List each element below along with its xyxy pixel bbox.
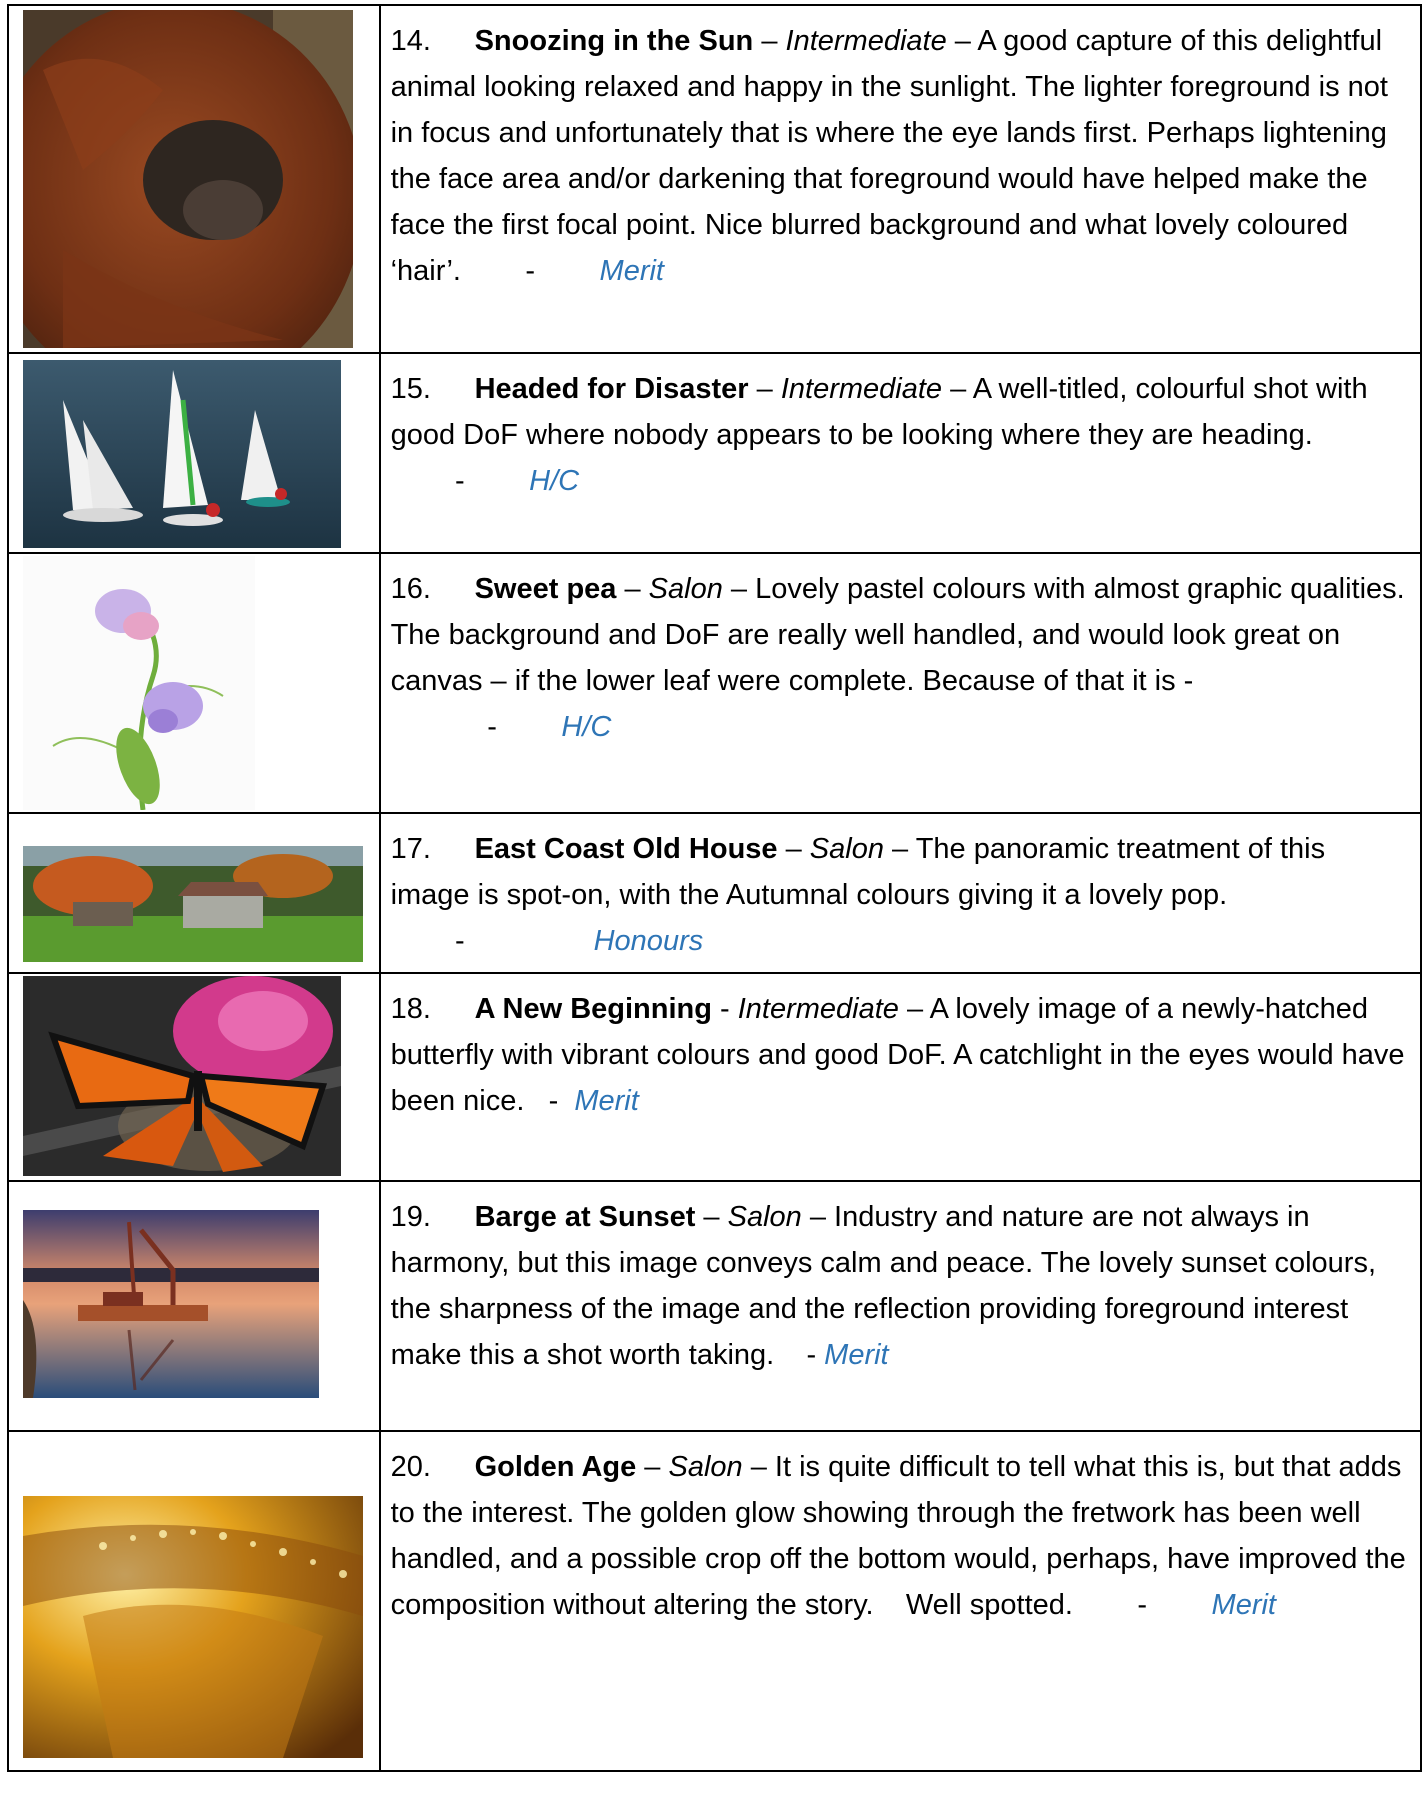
separator: – — [695, 1201, 728, 1233]
dash-separator: - — [390, 465, 530, 497]
critique-text: 16. Sweet pea – Salon – Lovely pastel col… — [391, 566, 1412, 750]
critique-text: 15. Headed for Disaster – Intermediate – … — [391, 366, 1412, 504]
critique-text: 19. Barge at Sunset – Salon – Industry an… — [391, 1194, 1412, 1378]
table-row: 14. Snoozing in the Sun – Intermediate – … — [7, 4, 1422, 354]
image-cell — [7, 1180, 381, 1432]
dash-separator: - — [524, 1085, 575, 1117]
entry-category: Intermediate — [780, 373, 943, 405]
table-row: 18. A New Beginning - Intermediate – A lo… — [7, 972, 1422, 1182]
entry-category: Salon — [648, 573, 723, 605]
image-cell — [7, 352, 381, 554]
golden-fretwork-photo — [23, 1496, 363, 1758]
separator: – — [883, 833, 916, 865]
entry-category: Intermediate — [785, 25, 947, 57]
separator: – — [777, 833, 810, 865]
critique-cell: 16. Sweet pea – Salon – Lovely pastel col… — [378, 552, 1422, 814]
separator: – — [946, 25, 978, 57]
entry-number: 18. — [390, 993, 431, 1025]
barge-photo — [23, 1210, 319, 1398]
critique-text: 18. A New Beginning - Intermediate – A lo… — [391, 986, 1412, 1124]
separator: – — [616, 573, 649, 605]
entry-number: 16. — [390, 573, 431, 605]
dash-separator: - — [774, 1339, 825, 1371]
image-cell — [7, 4, 381, 354]
critique-cell: 14. Snoozing in the Sun – Intermediate – … — [378, 4, 1422, 354]
award-label: Merit — [1211, 1589, 1276, 1621]
critique-cell: 20. Golden Age – Salon – It is quite diff… — [378, 1430, 1422, 1772]
entry-title: Snoozing in the Sun — [474, 25, 754, 57]
sailboats-photo — [23, 360, 341, 548]
award-label: Merit — [824, 1339, 889, 1371]
entry-title: Sweet pea — [474, 573, 617, 605]
entry-title: Headed for Disaster — [474, 373, 749, 405]
award-label: H/C — [529, 465, 580, 497]
critique-text: 17. East Coast Old House – Salon – The pa… — [391, 826, 1412, 964]
award-label: Merit — [574, 1085, 639, 1117]
critique-table: 14. Snoozing in the Sun – Intermediate – … — [7, 4, 1422, 1772]
image-cell — [7, 552, 381, 814]
separator: – — [742, 1451, 775, 1483]
table-row: 16. Sweet pea – Salon – Lovely pastel col… — [7, 552, 1422, 814]
entry-number: 17. — [390, 833, 431, 865]
separator: - — [711, 993, 738, 1025]
image-cell — [7, 812, 381, 974]
entry-title: East Coast Old House — [474, 833, 778, 865]
entry-number: 19. — [390, 1201, 431, 1233]
entry-number: 20. — [390, 1451, 431, 1483]
critique-cell: 17. East Coast Old House – Salon – The pa… — [378, 812, 1422, 974]
separator: – — [722, 573, 756, 605]
entry-category: Salon — [727, 1201, 802, 1233]
entry-category: Salon — [809, 833, 884, 865]
separator: – — [942, 373, 973, 405]
dash-separator: - — [460, 255, 600, 287]
critique-text: 20. Golden Age – Salon – It is quite diff… — [391, 1444, 1412, 1628]
entry-title: Barge at Sunset — [474, 1201, 696, 1233]
critique-text: 14. Snoozing in the Sun – Intermediate – … — [391, 18, 1412, 294]
entry-category: Intermediate — [737, 993, 899, 1025]
table-row: 15. Headed for Disaster – Intermediate – … — [7, 352, 1422, 554]
separator: – — [636, 1451, 669, 1483]
award-label: Honours — [593, 925, 704, 957]
entry-category: Salon — [668, 1451, 743, 1483]
orangutan-photo — [23, 10, 353, 348]
sweet-pea-photo — [23, 556, 255, 810]
dash-separator: - — [390, 925, 594, 957]
entry-number: 14. — [390, 25, 431, 57]
critique-cell: 19. Barge at Sunset – Salon – Industry an… — [378, 1180, 1422, 1432]
dash-separator: - — [1072, 1589, 1212, 1621]
critique-cell: 15. Headed for Disaster – Intermediate – … — [378, 352, 1422, 554]
entry-comment: A good capture of this delightful animal… — [390, 25, 1388, 287]
old-house-photo — [23, 846, 363, 962]
entry-number: 15. — [390, 373, 431, 405]
image-cell — [7, 972, 381, 1182]
separator: – — [753, 25, 786, 57]
table-row: 20. Golden Age – Salon – It is quite diff… — [7, 1430, 1422, 1772]
image-cell — [7, 1430, 381, 1772]
table-row: 19. Barge at Sunset – Salon – Industry an… — [7, 1180, 1422, 1432]
separator: – — [801, 1201, 835, 1233]
dash-separator: - — [390, 711, 562, 743]
award-label: H/C — [561, 711, 612, 743]
separator: – — [898, 993, 930, 1025]
entry-title: Golden Age — [474, 1451, 637, 1483]
separator: – — [748, 373, 781, 405]
table-row: 17. East Coast Old House – Salon – The pa… — [7, 812, 1422, 974]
butterfly-photo — [23, 976, 341, 1176]
award-label: Merit — [599, 255, 664, 287]
entry-title: A New Beginning — [474, 993, 712, 1025]
critique-cell: 18. A New Beginning - Intermediate – A lo… — [378, 972, 1422, 1182]
